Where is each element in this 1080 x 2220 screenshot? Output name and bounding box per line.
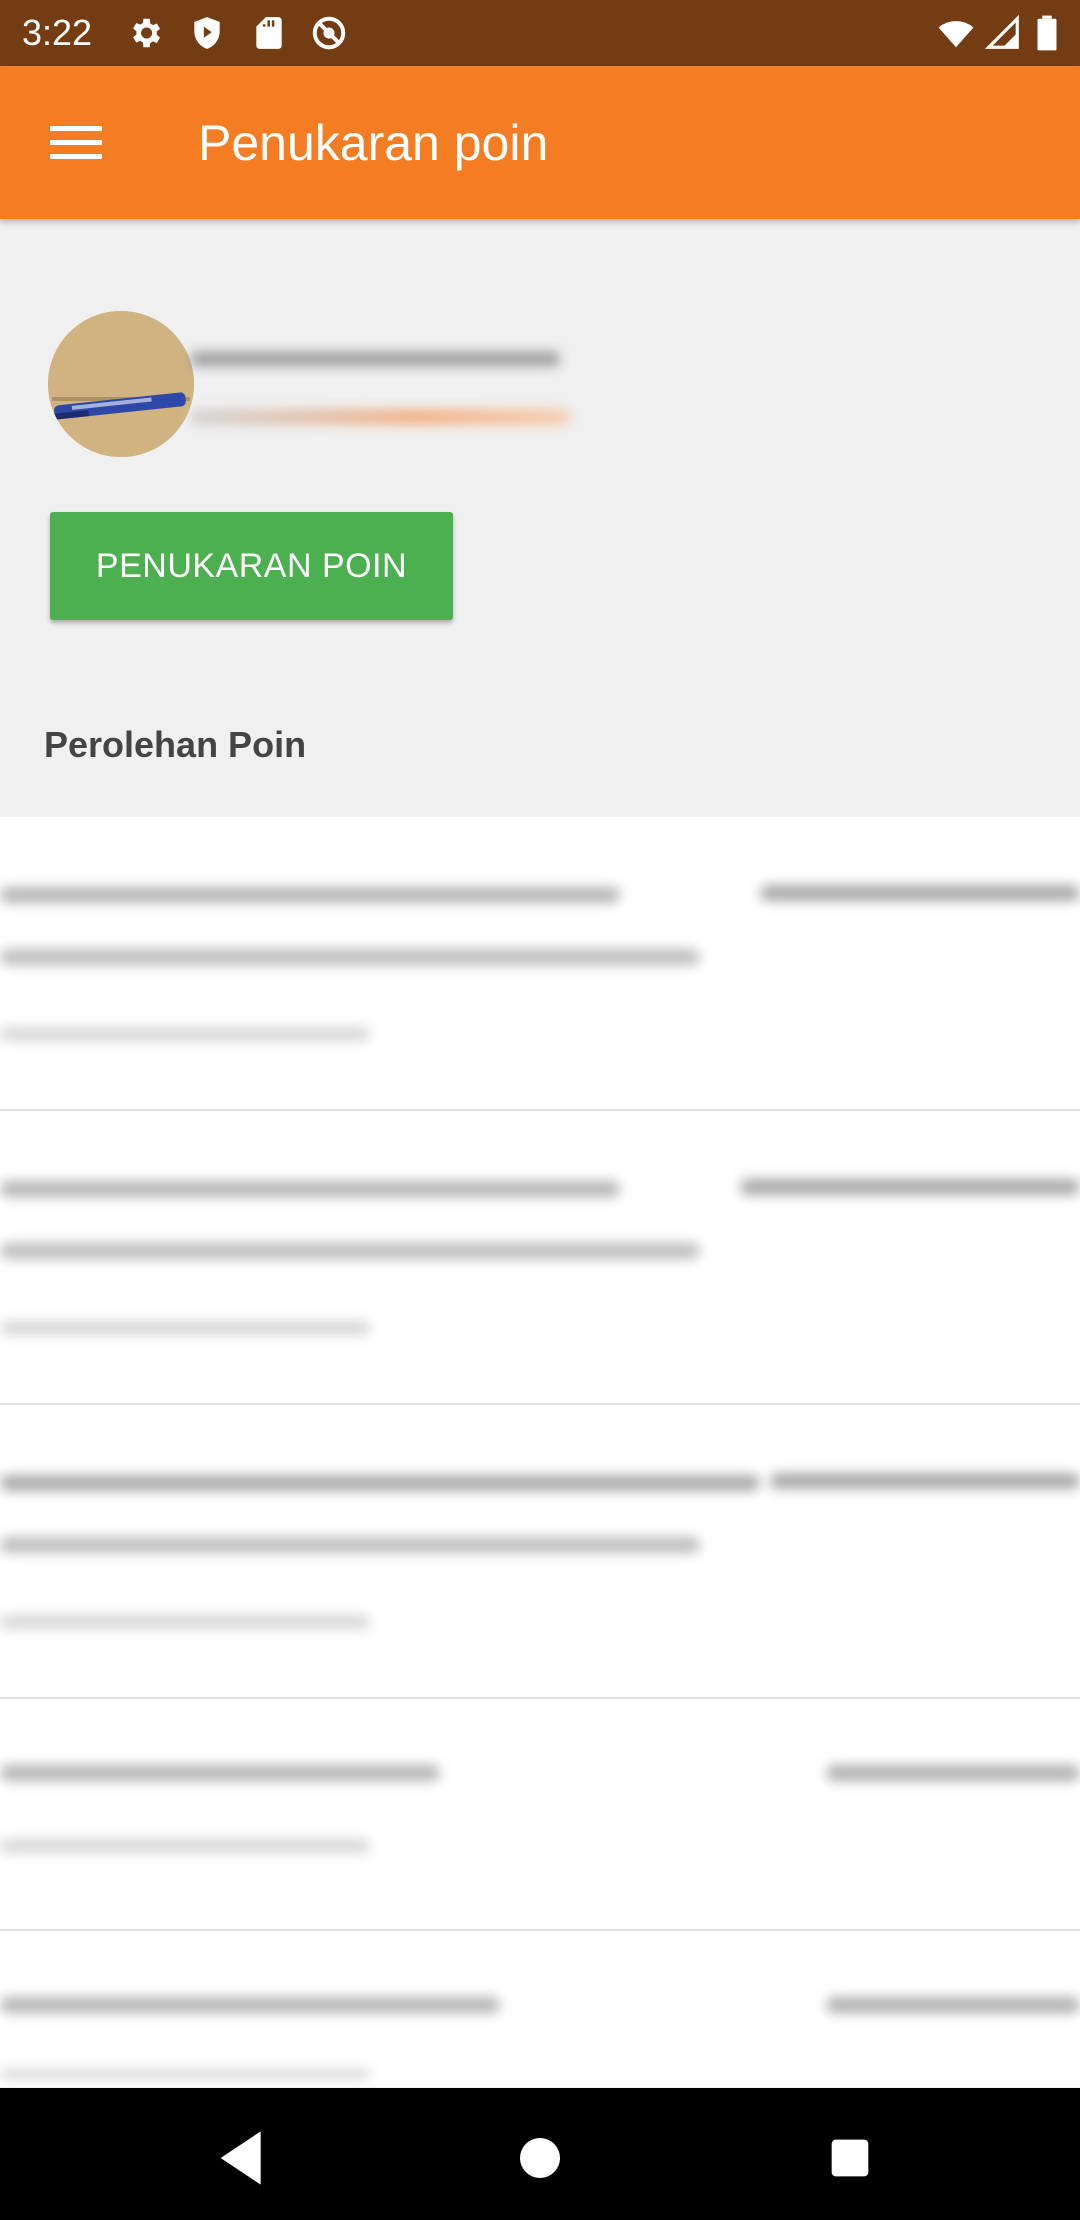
list-item[interactable] (0, 1111, 1080, 1405)
avatar (48, 311, 194, 457)
battery-icon (1037, 15, 1057, 51)
list-item[interactable] (0, 1699, 1080, 1931)
signal-icon (984, 14, 1019, 49)
list-item[interactable] (0, 1405, 1080, 1699)
home-icon[interactable] (500, 2118, 580, 2198)
back-icon[interactable] (204, 2118, 284, 2198)
status-bar: 3:22 (0, 0, 1080, 66)
sd-card-icon (256, 17, 282, 49)
app-bar: Penukaran poin (0, 66, 1080, 219)
page-title: Penukaran poin (198, 115, 549, 171)
status-time: 3:22 (22, 12, 93, 53)
points-history-list (0, 817, 1080, 2087)
section-title: Perolehan Poin (44, 724, 307, 765)
user-name-redacted (190, 352, 560, 366)
no-sync-icon (312, 16, 346, 50)
list-item[interactable] (0, 1931, 1080, 2087)
list-item[interactable] (0, 817, 1080, 1111)
user-points-redacted (190, 410, 570, 424)
hamburger-menu-icon[interactable] (34, 106, 118, 180)
redeem-points-button[interactable]: PENUKARAN POIN (50, 512, 453, 620)
system-nav-bar (0, 2088, 1080, 2220)
shield-play-icon (194, 17, 220, 49)
recents-icon[interactable] (810, 2118, 890, 2198)
gear-icon (133, 18, 161, 48)
wifi-icon (938, 21, 974, 48)
avatar-pen-image (48, 311, 194, 457)
